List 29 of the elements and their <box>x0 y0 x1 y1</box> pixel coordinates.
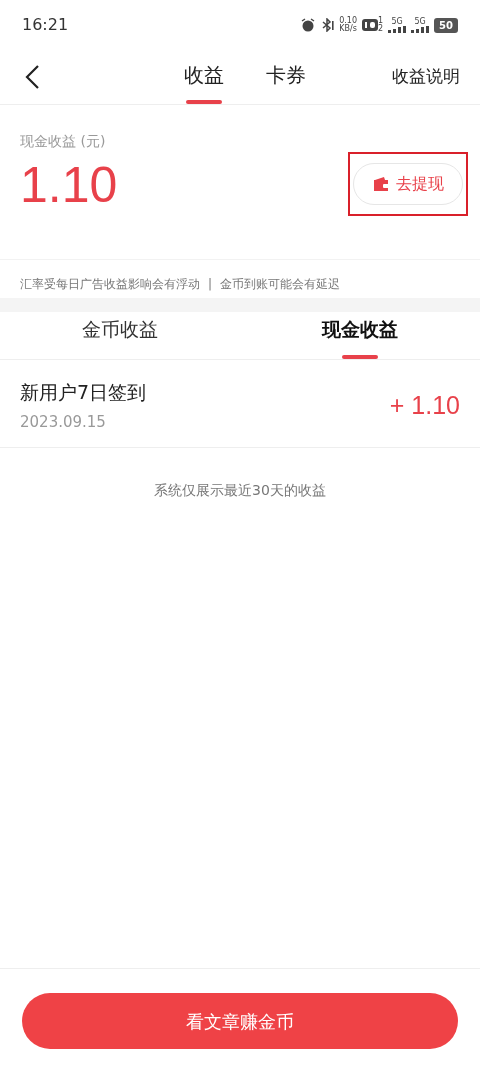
alarm-icon <box>301 18 316 32</box>
network-type: 5G <box>390 17 404 26</box>
header-tab[interactable]: 收益 <box>184 60 224 104</box>
signal-icon <box>388 25 407 33</box>
hd-icon <box>362 19 378 31</box>
cash-amount: 1.10 <box>20 160 118 210</box>
back-icon[interactable] <box>24 64 40 90</box>
withdraw-button[interactable]: 去提现 <box>353 163 463 205</box>
income-tab[interactable]: 金币收益 <box>82 314 158 359</box>
header-tab[interactable]: 卡券 <box>266 60 306 104</box>
note-text: 汇率受每日广告收益影响会有浮动 <box>20 276 200 293</box>
network-type: 5G <box>413 17 427 26</box>
signal-icon <box>411 25 430 33</box>
network-speed: 0.10 KB/s <box>339 17 357 33</box>
income-tab[interactable]: 现金收益 <box>322 314 398 359</box>
record-date: 2023.09.15 <box>20 411 107 433</box>
help-link[interactable]: 收益说明 <box>392 64 460 90</box>
record-title: 新用户7日签到 <box>20 380 147 405</box>
battery-indicator: 50 <box>434 17 458 33</box>
bluetooth-icon <box>320 18 335 32</box>
note-text: 金币到账可能会有延迟 <box>220 276 341 293</box>
record-amount: + 1.10 <box>389 389 460 421</box>
status-time: 16:21 <box>22 14 69 36</box>
sim-number: 1 2 <box>378 17 384 33</box>
history-note: 系统仅展示最近30天的收益 <box>153 481 327 500</box>
wallet-icon <box>372 176 390 192</box>
separator: | <box>208 276 213 293</box>
amount-label: 现金收益 (元) <box>20 132 107 151</box>
read-articles-button[interactable]: 看文章赚金币 <box>22 993 458 1049</box>
